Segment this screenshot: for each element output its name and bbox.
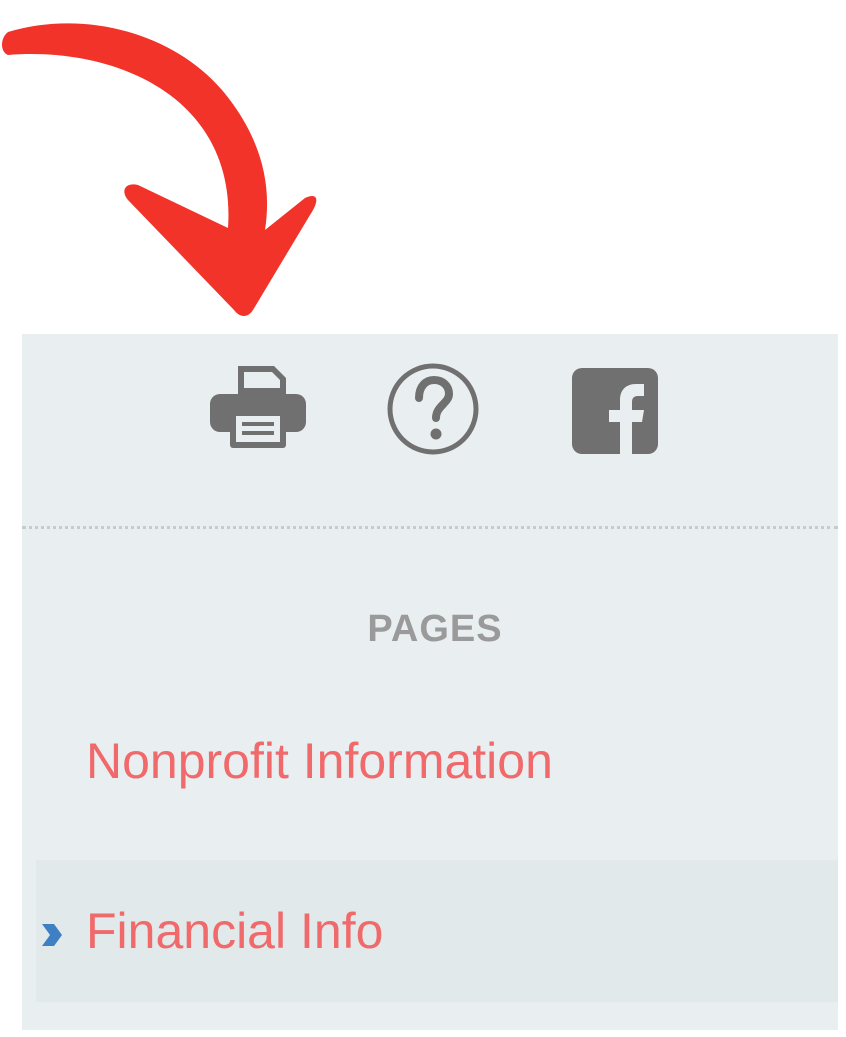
divider: [22, 526, 838, 529]
nav-item-nonprofit-information[interactable]: Nonprofit Information: [36, 696, 838, 838]
pages-heading: PAGES: [367, 608, 503, 650]
printer-icon[interactable]: [206, 362, 310, 450]
nav-item-label: Nonprofit Information: [86, 733, 553, 789]
nav-item-label: Financial Info: [86, 903, 384, 959]
help-icon[interactable]: [386, 362, 480, 456]
facebook-icon[interactable]: [572, 368, 658, 454]
active-marker-icon: [42, 924, 62, 946]
nav-item-financial-info[interactable]: Financial Info: [36, 860, 838, 1002]
sidebar-panel: PAGES Nonprofit Information Financial In…: [22, 334, 838, 1030]
annotation-arrow: [2, 23, 317, 317]
